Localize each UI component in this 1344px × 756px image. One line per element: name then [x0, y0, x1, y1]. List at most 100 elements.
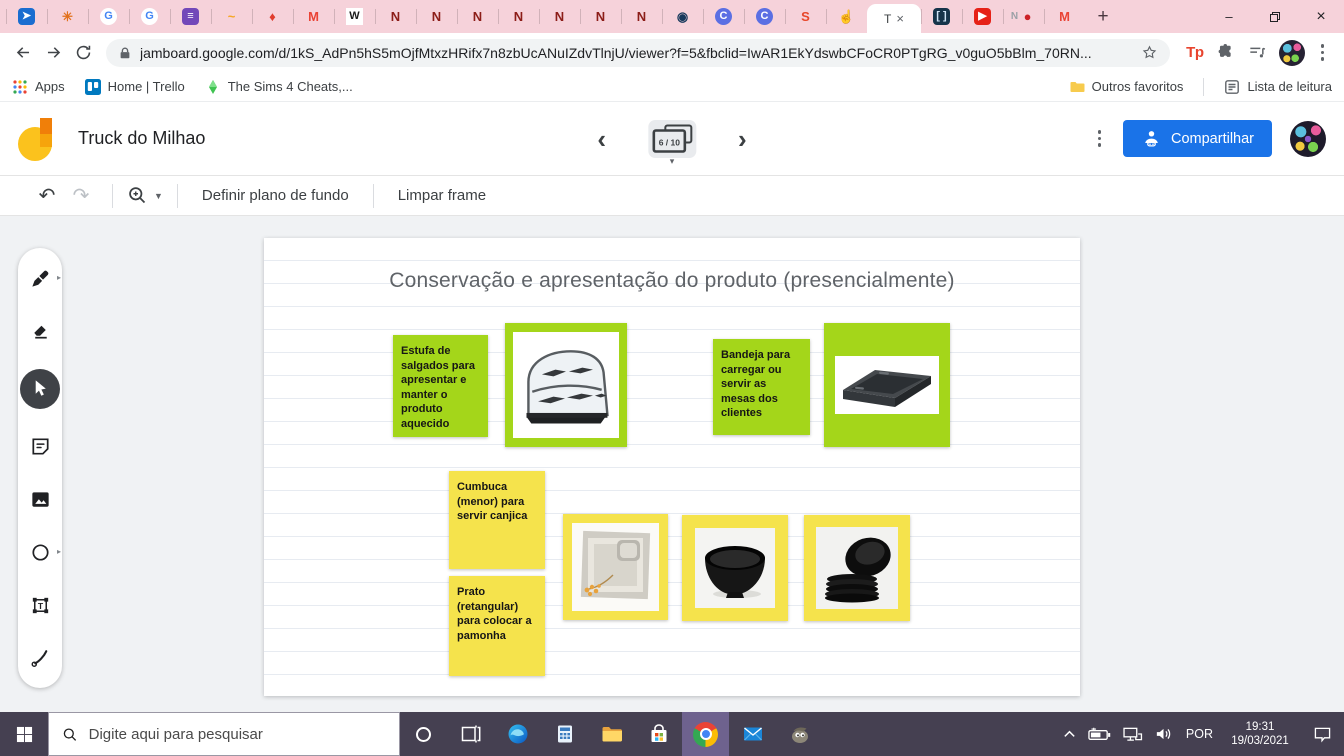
- cortana-button[interactable]: [400, 712, 447, 756]
- gear-tab[interactable]: ✳: [47, 0, 88, 33]
- sticky-note-tool[interactable]: [25, 432, 55, 462]
- wave-tab[interactable]: ~: [211, 0, 252, 33]
- bookmark-apps-shortcut[interactable]: Apps: [12, 79, 65, 95]
- store-button[interactable]: [635, 712, 682, 756]
- close-window-button[interactable]: ×: [1298, 0, 1344, 33]
- laser-tool[interactable]: [25, 643, 55, 673]
- zoom-caret-icon[interactable]: ▼: [154, 191, 163, 201]
- red-logo-tab-6[interactable]: N: [580, 0, 621, 33]
- sticky-note-cumbuca[interactable]: Cumbuca (menor) para servir canjica: [449, 471, 545, 569]
- volume-control[interactable]: [1154, 726, 1173, 742]
- red-logo-tab-5[interactable]: N: [539, 0, 580, 33]
- brackets-tab[interactable]: [ ]: [921, 0, 962, 33]
- file-explorer-button[interactable]: [588, 712, 635, 756]
- bookmark-trello-bookmark[interactable]: Home | Trello: [84, 78, 185, 95]
- sticky-note-bandeja[interactable]: Bandeja para carregar ou servir as mesas…: [713, 339, 810, 435]
- browser-profile-avatar[interactable]: [1278, 39, 1305, 66]
- wikipedia-tab[interactable]: W: [334, 0, 375, 33]
- hand-tab[interactable]: ☝: [826, 0, 867, 33]
- gimp-button[interactable]: [776, 712, 823, 756]
- language-indicator[interactable]: POR: [1184, 727, 1215, 741]
- restore-button[interactable]: [1252, 0, 1298, 33]
- share-button[interactable]: Compartilhar: [1123, 120, 1272, 157]
- serving-tray-photo[interactable]: [824, 323, 950, 447]
- clock[interactable]: 19:31 19/03/2021: [1226, 720, 1294, 749]
- address-bar[interactable]: jamboard.google.com/d/1kS_AdPn5hS5mOjfMt…: [106, 38, 1171, 67]
- lock-icon: [120, 47, 130, 58]
- battery-status[interactable]: [1088, 726, 1111, 742]
- google-tab-2[interactable]: G: [129, 0, 170, 33]
- send-tab[interactable]: ➤: [6, 0, 47, 33]
- account-avatar[interactable]: [1290, 120, 1326, 157]
- red-logo-tab-1[interactable]: N: [375, 0, 416, 33]
- red-logo-tab-7[interactable]: N: [621, 0, 662, 33]
- network-status[interactable]: [1122, 726, 1143, 742]
- frame-indicator-button[interactable]: 6 / 10 ▾: [648, 119, 696, 166]
- sticky-note-estufa[interactable]: Estufa de salgados para apresentar e man…: [393, 335, 488, 437]
- forms-tab[interactable]: ≡: [170, 0, 211, 33]
- taskbar-search-box[interactable]: [48, 712, 400, 756]
- back-button[interactable]: [8, 38, 38, 68]
- zoom-button[interactable]: ▼: [127, 185, 163, 206]
- shape-tool[interactable]: ▸: [25, 537, 61, 567]
- google-tab-1[interactable]: G: [88, 0, 129, 33]
- red-logo-tab-2[interactable]: N: [416, 0, 457, 33]
- mail-button[interactable]: [729, 712, 776, 756]
- frame-title-text[interactable]: Conservação e apresentação do produto (p…: [264, 269, 1080, 293]
- minimize-button[interactable]: –: [1206, 0, 1252, 33]
- next-frame-button[interactable]: ›: [738, 126, 747, 152]
- search-input[interactable]: [88, 725, 386, 743]
- chrome-button[interactable]: [682, 712, 729, 756]
- media-controls-icon[interactable]: [1247, 43, 1267, 63]
- redo-button[interactable]: ↷: [64, 181, 98, 211]
- gmail-m-icon: M: [1059, 9, 1070, 24]
- gmail-tab-2[interactable]: M: [1044, 0, 1085, 33]
- document-title[interactable]: Truck do Milhao: [78, 128, 205, 149]
- red-logo-tab-3[interactable]: N: [457, 0, 498, 33]
- gmail-tab-1[interactable]: M: [293, 0, 334, 33]
- browser-menu-icon[interactable]: [1317, 40, 1329, 65]
- select-tool[interactable]: [20, 368, 60, 409]
- c-blue-tab-2[interactable]: C: [744, 0, 785, 33]
- calculator-button[interactable]: [541, 712, 588, 756]
- close-tab-icon[interactable]: ×: [896, 11, 904, 26]
- bookmark-star-icon[interactable]: [1141, 44, 1158, 61]
- stacked-bowls-photo[interactable]: [804, 515, 910, 621]
- c-blue-tab-1[interactable]: C: [703, 0, 744, 33]
- bookmark-sims-bookmark[interactable]: The Sims 4 Cheats,...: [205, 79, 353, 95]
- red-logo-tab-4[interactable]: N: [498, 0, 539, 33]
- dark-badge-tab[interactable]: ◉: [662, 0, 703, 33]
- black-bowl-photo[interactable]: [682, 515, 788, 621]
- url-text[interactable]: jamboard.google.com/d/1kS_AdPn5hS5mOjfMt…: [140, 45, 1133, 61]
- square-plates-photo[interactable]: [563, 514, 668, 620]
- image-tool[interactable]: [25, 484, 55, 514]
- record-tab[interactable]: N ●: [1003, 0, 1044, 33]
- tp-extension-icon[interactable]: Tp: [1186, 44, 1204, 61]
- edge-button[interactable]: [494, 712, 541, 756]
- sticky-note-prato[interactable]: Prato (retangular) para colocar a pamonh…: [449, 576, 545, 676]
- set-background-button[interactable]: Definir plano de fundo: [192, 187, 359, 204]
- extensions-puzzle-icon[interactable]: [1216, 43, 1235, 62]
- refresh-button[interactable]: [68, 38, 98, 68]
- jamboard-menu-icon[interactable]: [1094, 126, 1106, 151]
- eraser-tool[interactable]: [25, 316, 55, 346]
- undo-button[interactable]: ↶: [30, 181, 64, 211]
- clear-frame-button[interactable]: Limpar frame: [388, 187, 496, 204]
- start-button[interactable]: [0, 712, 48, 756]
- textbox-tool[interactable]: T: [25, 590, 55, 620]
- food-warmer-photo[interactable]: [505, 323, 627, 447]
- other-favorites[interactable]: Outros favoritos: [1069, 79, 1183, 95]
- jam-frame-canvas[interactable]: Conservação e apresentação do produto (p…: [264, 238, 1080, 696]
- previous-frame-button[interactable]: ‹: [597, 126, 606, 152]
- s-tab[interactable]: S: [785, 0, 826, 33]
- pen-tool[interactable]: ▸: [25, 263, 61, 293]
- task-view-button[interactable]: [447, 712, 494, 756]
- forward-button[interactable]: [38, 38, 68, 68]
- action-center-button[interactable]: [1313, 726, 1332, 743]
- jamboard-tab[interactable]: T ×: [867, 4, 921, 33]
- youtube-tab[interactable]: ▶: [962, 0, 1003, 33]
- reading-list[interactable]: Lista de leitura: [1224, 79, 1332, 95]
- drop-tab[interactable]: ♦: [252, 0, 293, 33]
- hidden-icons-chevron[interactable]: [1062, 727, 1077, 742]
- new-tab-button[interactable]: +: [1087, 2, 1119, 32]
